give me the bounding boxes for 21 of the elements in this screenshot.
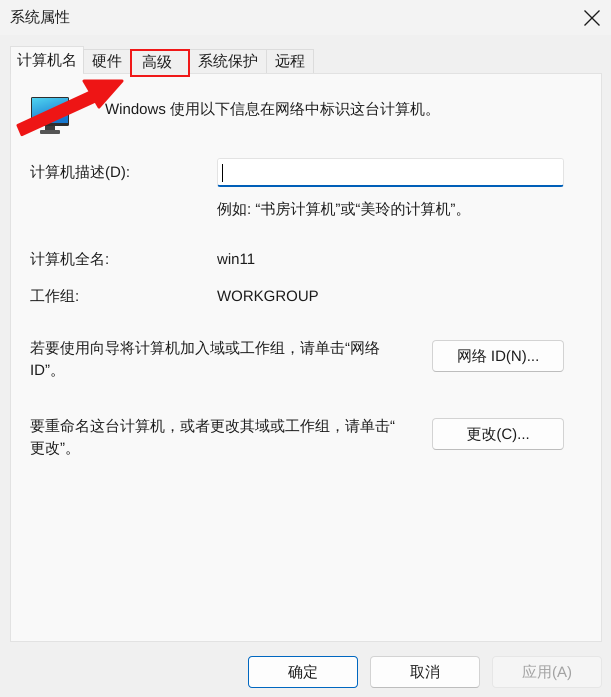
action-description: 要重命名这台计算机，或者更改其域或工作组，请单击“更改”。 — [30, 417, 396, 459]
ok-button[interactable]: 确定 — [248, 656, 358, 688]
intro-text: Windows 使用以下信息在网络中标识这台计算机。 — [105, 100, 440, 120]
field-value: win11 — [217, 250, 256, 270]
window-title: 系统属性 — [10, 8, 70, 28]
description-field[interactable] — [217, 158, 564, 187]
text-cursor-icon — [222, 164, 223, 182]
change-button[interactable]: 更改(C)... — [432, 418, 564, 450]
tab[interactable]: 计算机名 — [10, 46, 84, 74]
field-label: 工作组: — [30, 287, 80, 307]
network-id-button[interactable]: 网络 ID(N)... — [432, 340, 564, 372]
close-icon[interactable] — [584, 10, 600, 26]
tab[interactable]: 远程 — [266, 49, 314, 73]
cancel-button[interactable]: 取消 — [370, 656, 480, 688]
action-description: 若要使用向导将计算机加入域或工作组，请单击“网络ID”。 — [30, 339, 381, 381]
tab[interactable]: 高级 — [130, 49, 190, 77]
hint-text: 例如: “书房计算机”或“美玲的计算机”。 — [217, 200, 472, 220]
field-label: 计算机全名: — [30, 250, 110, 270]
tab[interactable]: 硬件 — [83, 49, 131, 73]
field-value: WORKGROUP — [217, 287, 319, 307]
field-label: 计算机描述(D): — [30, 162, 131, 182]
